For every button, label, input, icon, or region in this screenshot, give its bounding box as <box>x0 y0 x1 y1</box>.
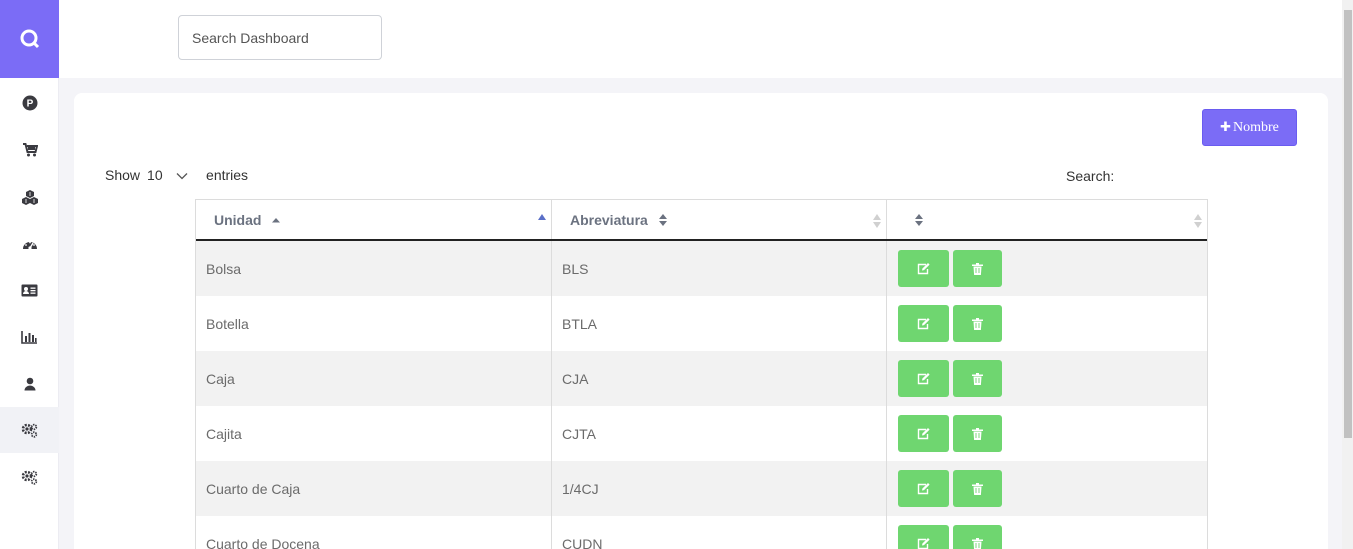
edit-button[interactable] <box>898 360 949 397</box>
delete-button[interactable] <box>953 250 1002 287</box>
edit-icon <box>917 372 930 384</box>
boxes-icon <box>21 190 38 205</box>
cell-actions <box>887 516 1207 549</box>
edit-button[interactable] <box>898 415 949 452</box>
table-row: Cuarto de Caja 1/4CJ <box>196 461 1207 516</box>
edit-icon <box>917 317 930 329</box>
column-header-abreviatura[interactable]: Abreviatura <box>552 200 887 239</box>
edit-button[interactable] <box>898 250 949 287</box>
plus-icon: ✚ <box>1220 120 1231 135</box>
svg-text:P: P <box>26 99 33 110</box>
sidebar-item-cart[interactable] <box>0 127 59 173</box>
edit-button[interactable] <box>898 470 949 507</box>
cell-actions <box>887 461 1207 516</box>
cell-actions <box>887 241 1207 296</box>
cell-abreviatura: BTLA <box>552 296 887 351</box>
sort-both-icon <box>915 213 923 226</box>
entries-length-control: Show 10 entries <box>105 167 248 183</box>
sort-both-icon <box>658 213 667 226</box>
cell-unidad: Cajita <box>196 406 552 461</box>
trash-icon <box>972 372 983 385</box>
trash-icon <box>972 427 983 440</box>
table-row: Botella BTLA <box>196 296 1207 351</box>
trash-icon <box>972 482 983 495</box>
cell-unidad: Bolsa <box>196 241 552 296</box>
trash-icon <box>972 262 983 275</box>
top-header <box>59 0 1342 78</box>
edit-button[interactable] <box>898 525 949 549</box>
table-row: Caja CJA <box>196 351 1207 406</box>
sort-indicator-icon <box>1194 214 1202 228</box>
trash-icon <box>972 537 983 549</box>
table-row: Cajita CJTA <box>196 406 1207 461</box>
add-unit-button[interactable]: ✚ Nombre <box>1202 109 1297 146</box>
units-card: ✚ Nombre Show 10 entries Search: Unidad A… <box>74 93 1328 549</box>
add-unit-button-label: Nombre <box>1233 119 1279 135</box>
dashboard-gauge-icon <box>22 241 37 250</box>
sort-asc-indicator-icon <box>538 214 546 220</box>
column-header-unidad[interactable]: Unidad <box>196 200 552 239</box>
sidebar-item-inventory[interactable] <box>0 174 59 220</box>
cell-abreviatura: 1/4CJ <box>552 461 887 516</box>
cell-actions <box>887 406 1207 461</box>
cell-abreviatura: CJTA <box>552 406 887 461</box>
column-header-actions[interactable] <box>887 200 1207 239</box>
cell-unidad: Cuarto de Docena <box>196 516 552 549</box>
cell-actions <box>887 296 1207 351</box>
sidebar: P <box>0 0 59 549</box>
show-label: Show <box>105 167 141 183</box>
scrollbar-thumb[interactable] <box>1344 10 1352 438</box>
column-header-label: Unidad <box>214 211 262 228</box>
edit-icon <box>917 262 930 274</box>
logo[interactable] <box>0 0 59 78</box>
cell-unidad: Caja <box>196 351 552 406</box>
edit-icon <box>917 537 930 549</box>
id-card-icon <box>21 284 38 296</box>
sidebar-item-contacts[interactable] <box>0 267 59 313</box>
delete-button[interactable] <box>953 470 1002 507</box>
entries-label: entries <box>206 167 249 183</box>
sidebar-item-reports[interactable] <box>0 314 59 360</box>
cell-unidad: Cuarto de Caja <box>196 461 552 516</box>
table-search-label: Search: <box>1066 168 1115 184</box>
cell-abreviatura: BLS <box>552 241 887 296</box>
table-row: Cuarto de Docena CUDN <box>196 516 1207 549</box>
sidebar-item-payments[interactable]: P <box>0 80 59 126</box>
cell-unidad: Botella <box>196 296 552 351</box>
chevron-down-icon <box>176 173 188 180</box>
p-circle-icon: P <box>22 95 37 111</box>
cell-abreviatura: CUDN <box>552 516 887 549</box>
edit-button[interactable] <box>898 305 949 342</box>
page-scrollbar[interactable] <box>1342 0 1353 549</box>
sidebar-item-settings[interactable] <box>0 407 59 453</box>
search-logo-icon <box>20 29 39 49</box>
cart-icon <box>22 143 38 157</box>
cogs-icon <box>21 470 38 485</box>
sort-indicator-icon <box>873 214 881 228</box>
cell-actions <box>887 351 1207 406</box>
user-icon <box>24 377 35 391</box>
delete-button[interactable] <box>953 305 1002 342</box>
sidebar-item-users[interactable] <box>0 361 59 407</box>
cogs-icon <box>21 423 38 438</box>
delete-button[interactable] <box>953 525 1002 549</box>
sidebar-item-configuration[interactable] <box>0 454 59 500</box>
edit-icon <box>917 482 930 494</box>
trash-icon <box>972 317 983 330</box>
cell-abreviatura: CJA <box>552 351 887 406</box>
sort-asc-icon <box>272 217 281 222</box>
delete-button[interactable] <box>953 415 1002 452</box>
dashboard-search-input[interactable] <box>178 15 382 60</box>
table-header: Unidad Abreviatura <box>196 199 1207 241</box>
table-row: Bolsa BLS <box>196 241 1207 296</box>
edit-icon <box>917 427 930 439</box>
bar-chart-icon <box>21 331 37 344</box>
delete-button[interactable] <box>953 360 1002 397</box>
column-header-label: Abreviatura <box>570 211 648 228</box>
units-table: Unidad Abreviatura Bolsa BLS Botella BTL… <box>195 199 1208 549</box>
sidebar-item-dashboard[interactable] <box>0 221 59 267</box>
